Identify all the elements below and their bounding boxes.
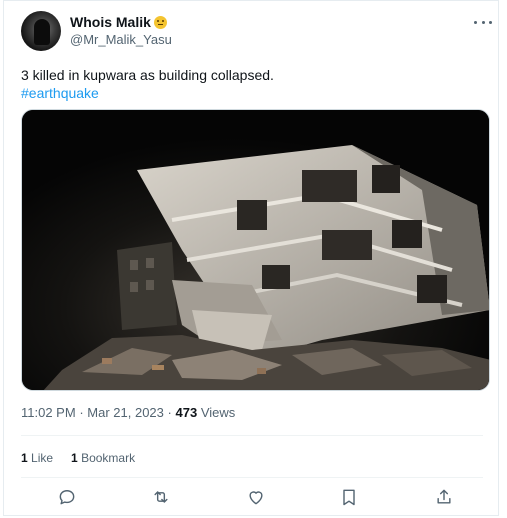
tweet-date[interactable]: Mar 21, 2023 [87, 405, 164, 420]
dot [481, 20, 485, 24]
reply-icon[interactable] [57, 487, 77, 507]
bookmarks-count: 1 [71, 451, 78, 465]
meta-dot: · [79, 405, 84, 420]
tweet-card: Whois Malik @Mr_Malik_Yasu 3 killed in k… [3, 0, 499, 516]
tweet-image[interactable] [21, 109, 490, 391]
divider [21, 477, 483, 478]
author-name-row[interactable]: Whois Malik [70, 14, 167, 30]
meta-dot: · [167, 405, 172, 420]
thinking-face-icon [153, 15, 167, 29]
action-bar [4, 487, 500, 511]
bookmarks-stat[interactable]: 1 Bookmark [71, 451, 135, 465]
tweet-text: 3 killed in kupwara as building collapse… [21, 66, 274, 102]
retweet-icon[interactable] [151, 487, 171, 507]
hashtag-link[interactable]: #earthquake [21, 84, 274, 102]
dot [474, 20, 477, 24]
tweet-time[interactable]: 11:02 PM [21, 405, 76, 420]
share-icon[interactable] [434, 487, 454, 507]
bookmark-icon[interactable] [339, 487, 359, 507]
engagement-stats: 1 Like 1 Bookmark [21, 451, 135, 465]
views-label: Views [200, 405, 236, 420]
likes-count: 1 [21, 451, 28, 465]
avatar-figure [34, 19, 50, 45]
likes-stat[interactable]: 1 Like [21, 451, 53, 465]
divider [21, 435, 483, 436]
author-display-name[interactable]: Whois Malik [70, 14, 151, 30]
bookmarks-label: Bookmark [81, 451, 136, 465]
views-count: 473 [175, 405, 198, 420]
dot [489, 20, 492, 24]
more-options-icon[interactable] [474, 13, 492, 31]
tweet-meta: 11:02 PM · Mar 21, 2023 · 473 Views [21, 405, 235, 420]
heart-icon[interactable] [246, 487, 266, 507]
tweet-body: 3 killed in kupwara as building collapse… [21, 67, 274, 83]
avatar[interactable] [21, 11, 61, 51]
author-handle[interactable]: @Mr_Malik_Yasu [70, 32, 172, 47]
likes-label: Like [31, 451, 54, 465]
collapsed-building-photo [22, 110, 489, 390]
